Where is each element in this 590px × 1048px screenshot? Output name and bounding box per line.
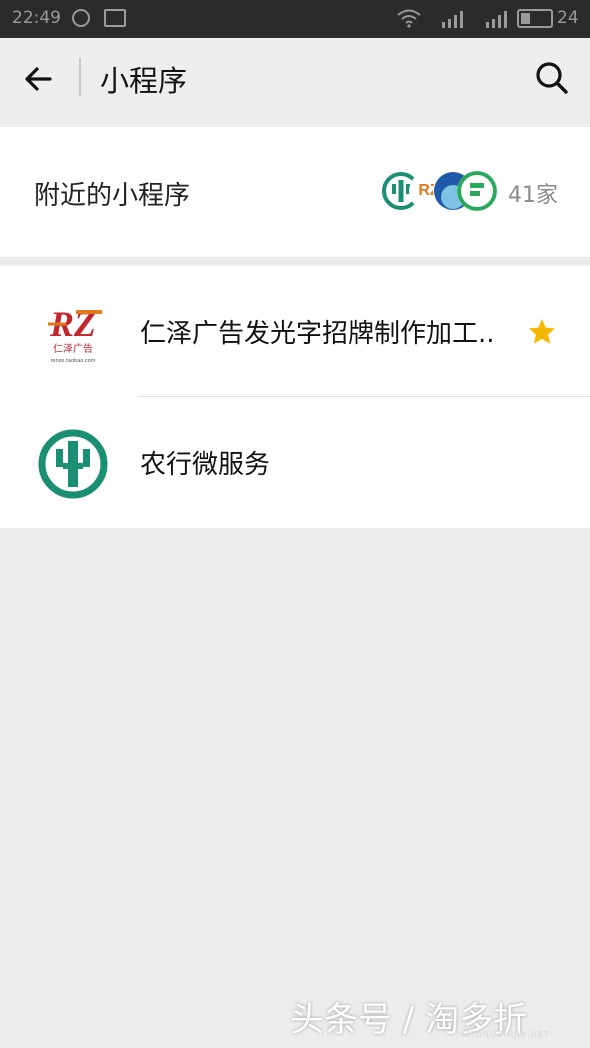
nearby-count: 41家 (508, 183, 558, 208)
signal-icon (486, 11, 507, 28)
signal-icon (442, 11, 463, 28)
renze-logo-text: 仁泽广告 (53, 342, 93, 355)
watermark-sub: XITONGZHIJIA.NET (460, 1030, 550, 1039)
nearby-icons: RZ (381, 171, 497, 211)
page-title: 小程序 (100, 64, 188, 98)
nearby-label: 附近的小程序 (34, 181, 191, 211)
header: 小程序 (0, 38, 590, 126)
sync-icon (72, 9, 90, 27)
image-icon (104, 9, 126, 27)
search-icon[interactable] (532, 58, 572, 98)
abc-bank-logo-icon (38, 429, 108, 499)
renze-logo-icon: RZ 仁泽广告 renze.taobao.com (36, 296, 110, 370)
mini-program-list: RZ 仁泽广告 renze.taobao.com 仁泽广告发光字招牌制作加工..… (0, 266, 590, 528)
status-bar: 22:49 24 (0, 0, 590, 38)
list-item[interactable]: RZ 仁泽广告 renze.taobao.com 仁泽广告发光字招牌制作加工.. (0, 266, 590, 397)
status-time: 22:49 (12, 8, 61, 28)
green-mini-icon (457, 171, 497, 211)
renze-logo-url: renze.taobao.com (50, 358, 95, 364)
wifi-icon (397, 9, 421, 28)
list-item[interactable]: 农行微服务 (0, 397, 590, 527)
battery-level: 24 (557, 8, 579, 28)
header-divider (79, 58, 81, 96)
star-icon[interactable] (526, 316, 558, 348)
nearby-mini-programs[interactable]: 附近的小程序 RZ 41家 (0, 127, 590, 257)
battery-icon (517, 9, 553, 28)
back-arrow-icon[interactable] (20, 60, 60, 100)
mini-program-name: 仁泽广告发光字招牌制作加工.. (140, 319, 495, 349)
mini-program-name: 农行微服务 (140, 450, 271, 480)
